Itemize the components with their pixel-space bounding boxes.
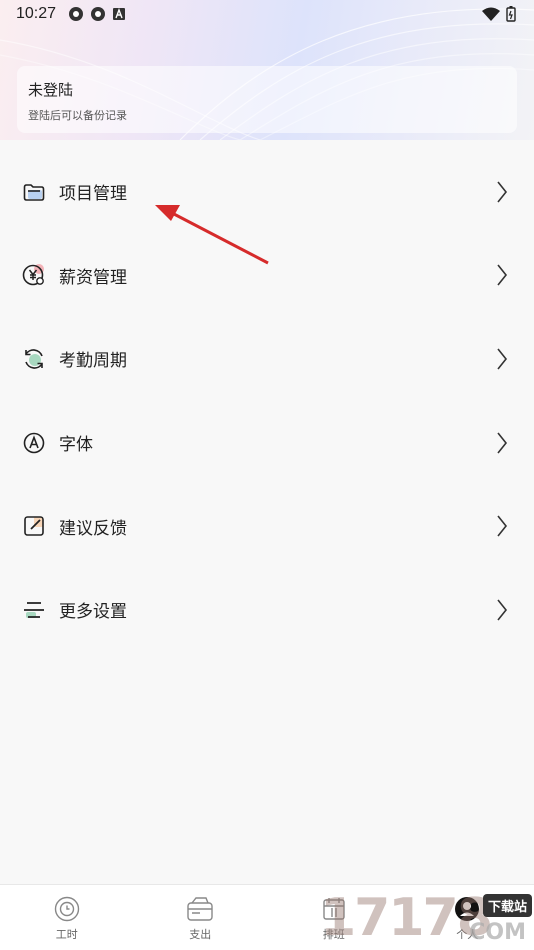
menu-item-label: 建议反馈 bbox=[59, 518, 127, 539]
chevron-right-icon bbox=[497, 599, 508, 621]
menu-item-label: 项目管理 bbox=[59, 184, 127, 205]
tab-label: 个人 bbox=[456, 928, 479, 941]
chevron-right-icon bbox=[497, 181, 508, 203]
menu-item-salary-management[interactable]: 薪资管理 bbox=[0, 234, 534, 318]
wifi-icon bbox=[482, 7, 500, 21]
a-notification-icon bbox=[113, 8, 126, 20]
menu-item-label: 字体 bbox=[59, 435, 93, 456]
menu-item-more-settings[interactable]: 更多设置 bbox=[0, 568, 534, 652]
calendar-icon bbox=[320, 895, 348, 923]
settings-list-icon bbox=[22, 598, 46, 622]
tab-expense[interactable]: 支出 bbox=[134, 885, 268, 950]
chevron-right-icon bbox=[497, 348, 508, 370]
bottom-tab-bar: 工时 支出 排班 个人 bbox=[0, 884, 534, 950]
wallet-icon bbox=[186, 895, 214, 923]
login-card[interactable]: 未登陆 登陆后可以备份记录 bbox=[17, 66, 517, 133]
app-notification-icon bbox=[91, 7, 106, 21]
tab-personal[interactable]: 个人 bbox=[401, 885, 534, 950]
feedback-icon bbox=[22, 514, 46, 538]
tab-label: 工时 bbox=[55, 928, 78, 941]
settings-menu: 项目管理 薪资管理 考勤周期 字体 建议反馈 更多设置 bbox=[0, 150, 534, 652]
login-subtitle: 登陆后可以备份记录 bbox=[28, 109, 127, 122]
menu-item-label: 更多设置 bbox=[59, 602, 127, 623]
battery-icon bbox=[506, 6, 516, 22]
menu-item-font[interactable]: 字体 bbox=[0, 401, 534, 485]
tab-label: 排班 bbox=[322, 928, 345, 941]
tab-label: 支出 bbox=[189, 928, 212, 941]
cycle-icon bbox=[22, 347, 46, 371]
app-notification-icon bbox=[69, 7, 84, 21]
font-icon bbox=[22, 431, 46, 455]
login-title: 未登陆 bbox=[28, 81, 74, 99]
menu-item-label: 考勤周期 bbox=[59, 351, 127, 372]
chevron-right-icon bbox=[497, 515, 508, 537]
status-system-icons bbox=[482, 6, 516, 22]
status-bar: 10:27 bbox=[0, 0, 534, 28]
menu-item-feedback[interactable]: 建议反馈 bbox=[0, 484, 534, 568]
salary-icon bbox=[22, 263, 46, 287]
chevron-right-icon bbox=[497, 264, 508, 286]
folder-icon bbox=[22, 180, 46, 204]
clock-icon bbox=[53, 895, 81, 923]
chevron-right-icon bbox=[497, 432, 508, 454]
status-notification-icons bbox=[68, 6, 126, 22]
tab-worktime[interactable]: 工时 bbox=[0, 885, 134, 950]
tab-schedule[interactable]: 排班 bbox=[267, 885, 401, 950]
menu-item-attendance-cycle[interactable]: 考勤周期 bbox=[0, 317, 534, 401]
status-time: 10:27 bbox=[16, 5, 57, 22]
menu-item-label: 薪资管理 bbox=[59, 267, 127, 288]
person-icon bbox=[453, 895, 481, 923]
menu-item-project-management[interactable]: 项目管理 bbox=[0, 150, 534, 234]
